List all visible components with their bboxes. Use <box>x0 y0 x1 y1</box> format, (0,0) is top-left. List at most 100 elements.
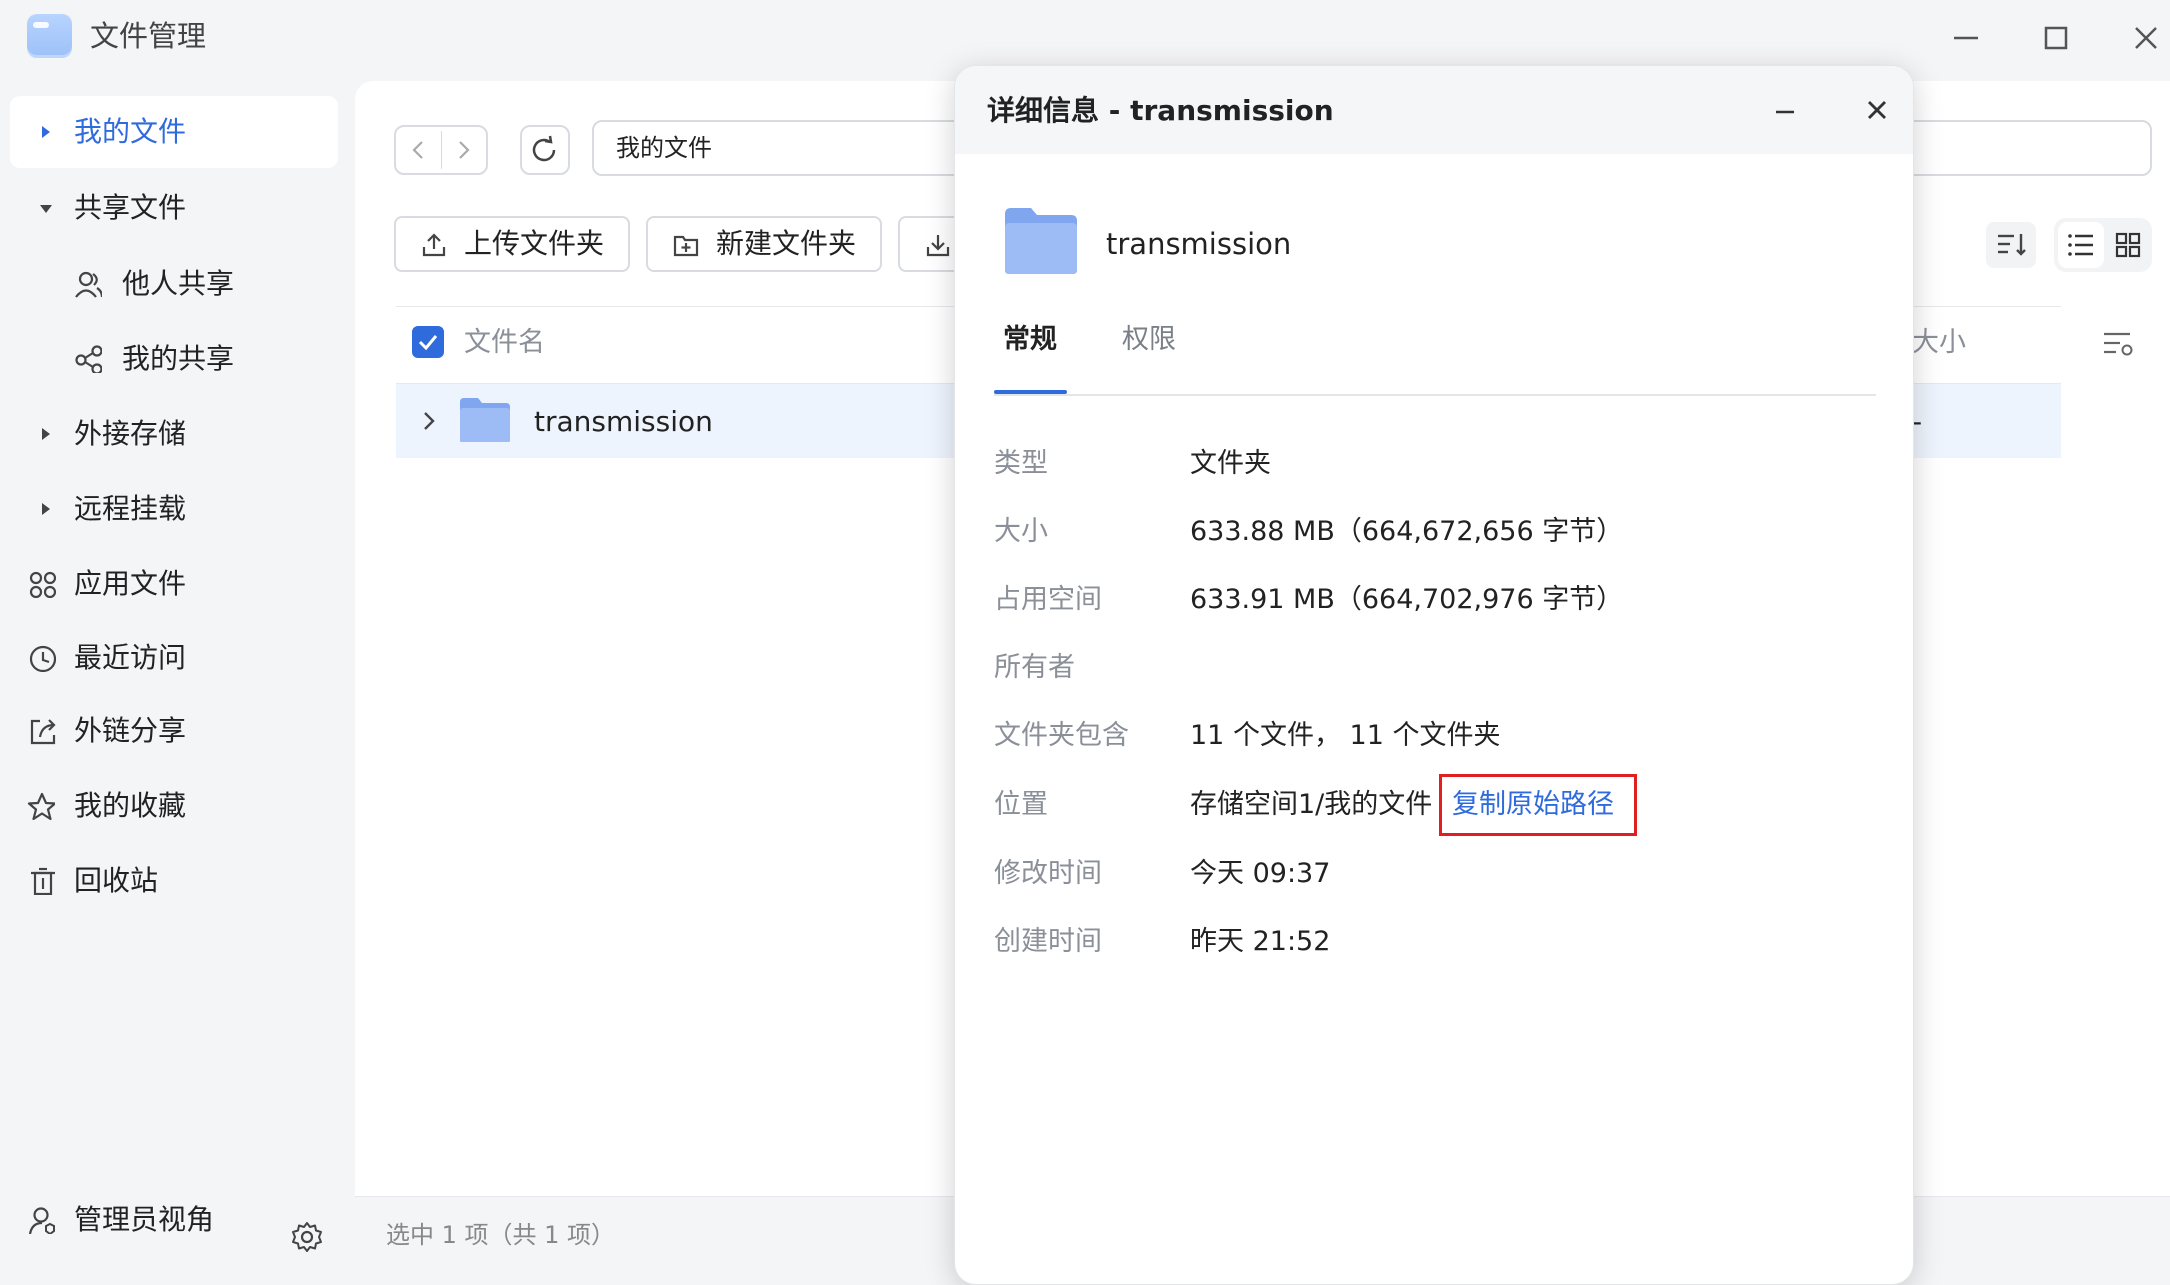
check-icon <box>418 335 438 351</box>
prop-value-modified: 今天 09:37 <box>1190 858 1331 889</box>
sidebar-item-my-files[interactable]: 我的文件 <box>10 96 338 168</box>
column-header-size[interactable]: 大小 <box>1912 324 1966 362</box>
share-icon <box>75 345 102 373</box>
sidebar-item-label: 回收站 <box>74 864 159 897</box>
sort-button[interactable] <box>1986 222 2036 268</box>
window-close-button[interactable] <box>2128 20 2164 56</box>
sidebar-item-app-files[interactable]: 应用文件 <box>10 548 338 620</box>
sidebar-item-label: 共享文件 <box>74 191 187 224</box>
tab-permissions[interactable]: 权限 <box>1122 320 1176 360</box>
app-logo-icon <box>27 14 72 58</box>
prop-label-owner: 所有者 <box>994 652 1075 683</box>
minimize-icon <box>1776 110 1794 114</box>
caret-right-icon <box>42 428 50 440</box>
sidebar-item-label: 最近访问 <box>74 641 187 674</box>
file-name: transmission <box>534 405 713 438</box>
maximize-button[interactable] <box>2038 20 2074 56</box>
forward-button[interactable] <box>442 127 486 173</box>
dialog-minimize-button[interactable] <box>1767 92 1803 128</box>
folder-large-icon <box>1003 206 1079 276</box>
sidebar-item-shared-files[interactable]: 共享文件 <box>10 172 338 244</box>
chevron-right-icon <box>424 412 435 430</box>
clock-icon <box>29 645 56 672</box>
sidebar-item-label: 我的收藏 <box>74 789 187 822</box>
minimize-button[interactable] <box>1948 20 1984 56</box>
sidebar-item-label: 我的共享 <box>122 342 235 375</box>
dialog-title: 详细信息 - transmission <box>987 94 1334 127</box>
column-header-name[interactable]: 文件名 <box>464 324 545 362</box>
sidebar-item-external-storage[interactable]: 外接存储 <box>10 398 338 470</box>
sidebar-item-shared-with-me[interactable]: 他人共享 <box>10 248 338 320</box>
settings-button[interactable] <box>290 1220 324 1254</box>
new-folder-label: 新建文件夹 <box>716 227 857 260</box>
column-settings-button[interactable] <box>2100 326 2136 362</box>
caret-down-icon <box>40 205 52 213</box>
caret-right-icon <box>42 503 50 515</box>
status-text: 选中 1 项（共 1 项） <box>386 1221 616 1249</box>
users-icon <box>75 271 102 298</box>
sidebar: 我的文件 共享文件 他人共享 我的共享 外接存储 远程挂载 应用文件 最近访问 … <box>0 84 355 1268</box>
prop-label-modified: 修改时间 <box>994 858 1102 889</box>
upload-icon <box>422 233 446 257</box>
grid-view-button[interactable] <box>2106 222 2150 268</box>
sidebar-item-label: 外链分享 <box>74 714 187 747</box>
copy-original-path-link[interactable]: 复制原始路径 <box>1439 774 1637 836</box>
list-view-button[interactable] <box>2058 222 2104 268</box>
select-all-checkbox[interactable] <box>412 326 444 358</box>
new-folder-button[interactable]: 新建文件夹 <box>646 216 882 272</box>
sidebar-item-remote-mount[interactable]: 远程挂载 <box>10 473 338 545</box>
prop-label-contains: 文件夹包含 <box>994 720 1129 751</box>
refresh-button[interactable] <box>520 125 570 175</box>
refresh-icon <box>532 135 556 162</box>
apps-icon <box>29 571 56 598</box>
maximize-icon <box>2044 26 2068 50</box>
list-view-icon <box>2068 234 2093 256</box>
dialog-close-button[interactable] <box>1859 92 1895 128</box>
app-title: 文件管理 <box>90 19 207 53</box>
upload-folder-button[interactable]: 上传文件夹 <box>394 216 630 272</box>
prop-value-created: 昨天 21:52 <box>1190 926 1331 957</box>
item-name: transmission <box>1106 227 1292 261</box>
sidebar-item-label: 他人共享 <box>122 267 235 300</box>
tab-general[interactable]: 常规 <box>1003 320 1057 360</box>
sidebar-item-recent[interactable]: 最近访问 <box>10 622 338 694</box>
sidebar-item-label: 我的文件 <box>74 115 187 148</box>
column-settings-icon <box>2104 332 2133 356</box>
sidebar-item-favorites[interactable]: 我的收藏 <box>10 770 338 842</box>
grid-view-icon <box>2115 232 2141 258</box>
prop-value-disk-usage: 633.91 MB（664,702,976 字节） <box>1190 584 1624 615</box>
chevron-right-icon <box>459 141 470 159</box>
admin-view-button[interactable]: 管理员视角 <box>10 1184 338 1256</box>
back-button[interactable] <box>396 127 441 173</box>
admin-user-icon <box>28 1207 55 1234</box>
sidebar-item-link-share[interactable]: 外链分享 <box>10 695 338 767</box>
nav-button-group <box>394 125 488 175</box>
expand-row-button[interactable] <box>414 406 444 436</box>
minimize-icon <box>1954 36 1978 40</box>
external-link-icon <box>30 719 56 745</box>
prop-label-disk-usage: 占用空间 <box>994 584 1102 615</box>
sidebar-item-trash[interactable]: 回收站 <box>10 845 338 917</box>
star-icon <box>27 792 55 820</box>
tab-divider <box>994 394 1876 396</box>
prop-label-size: 大小 <box>994 516 1048 547</box>
close-icon <box>1868 101 1886 119</box>
caret-right-icon <box>42 126 50 138</box>
prop-value-size: 633.88 MB（664,672,656 字节） <box>1190 516 1624 547</box>
upload-folder-label: 上传文件夹 <box>464 227 605 260</box>
chevron-left-icon <box>412 141 423 159</box>
path-text: 我的文件 <box>616 134 712 162</box>
prop-label-created: 创建时间 <box>994 926 1102 957</box>
prop-value-contains: 11 个文件， 11 个文件夹 <box>1190 720 1501 751</box>
copy-original-path-label: 复制原始路径 <box>1452 789 1614 820</box>
folder-icon <box>458 396 512 444</box>
trash-icon <box>31 867 55 895</box>
dialog-header: 详细信息 - transmission <box>955 66 1913 154</box>
sidebar-item-my-shares[interactable]: 我的共享 <box>10 323 338 395</box>
download-icon <box>926 235 950 257</box>
prop-label-type: 类型 <box>994 448 1048 479</box>
prop-value-location: 存储空间1/我的文件 <box>1190 789 1433 820</box>
sort-icon <box>1998 234 2026 256</box>
close-icon <box>2135 27 2157 49</box>
details-dialog: 详细信息 - transmission transmission 常规 权限 类… <box>954 65 1914 1285</box>
